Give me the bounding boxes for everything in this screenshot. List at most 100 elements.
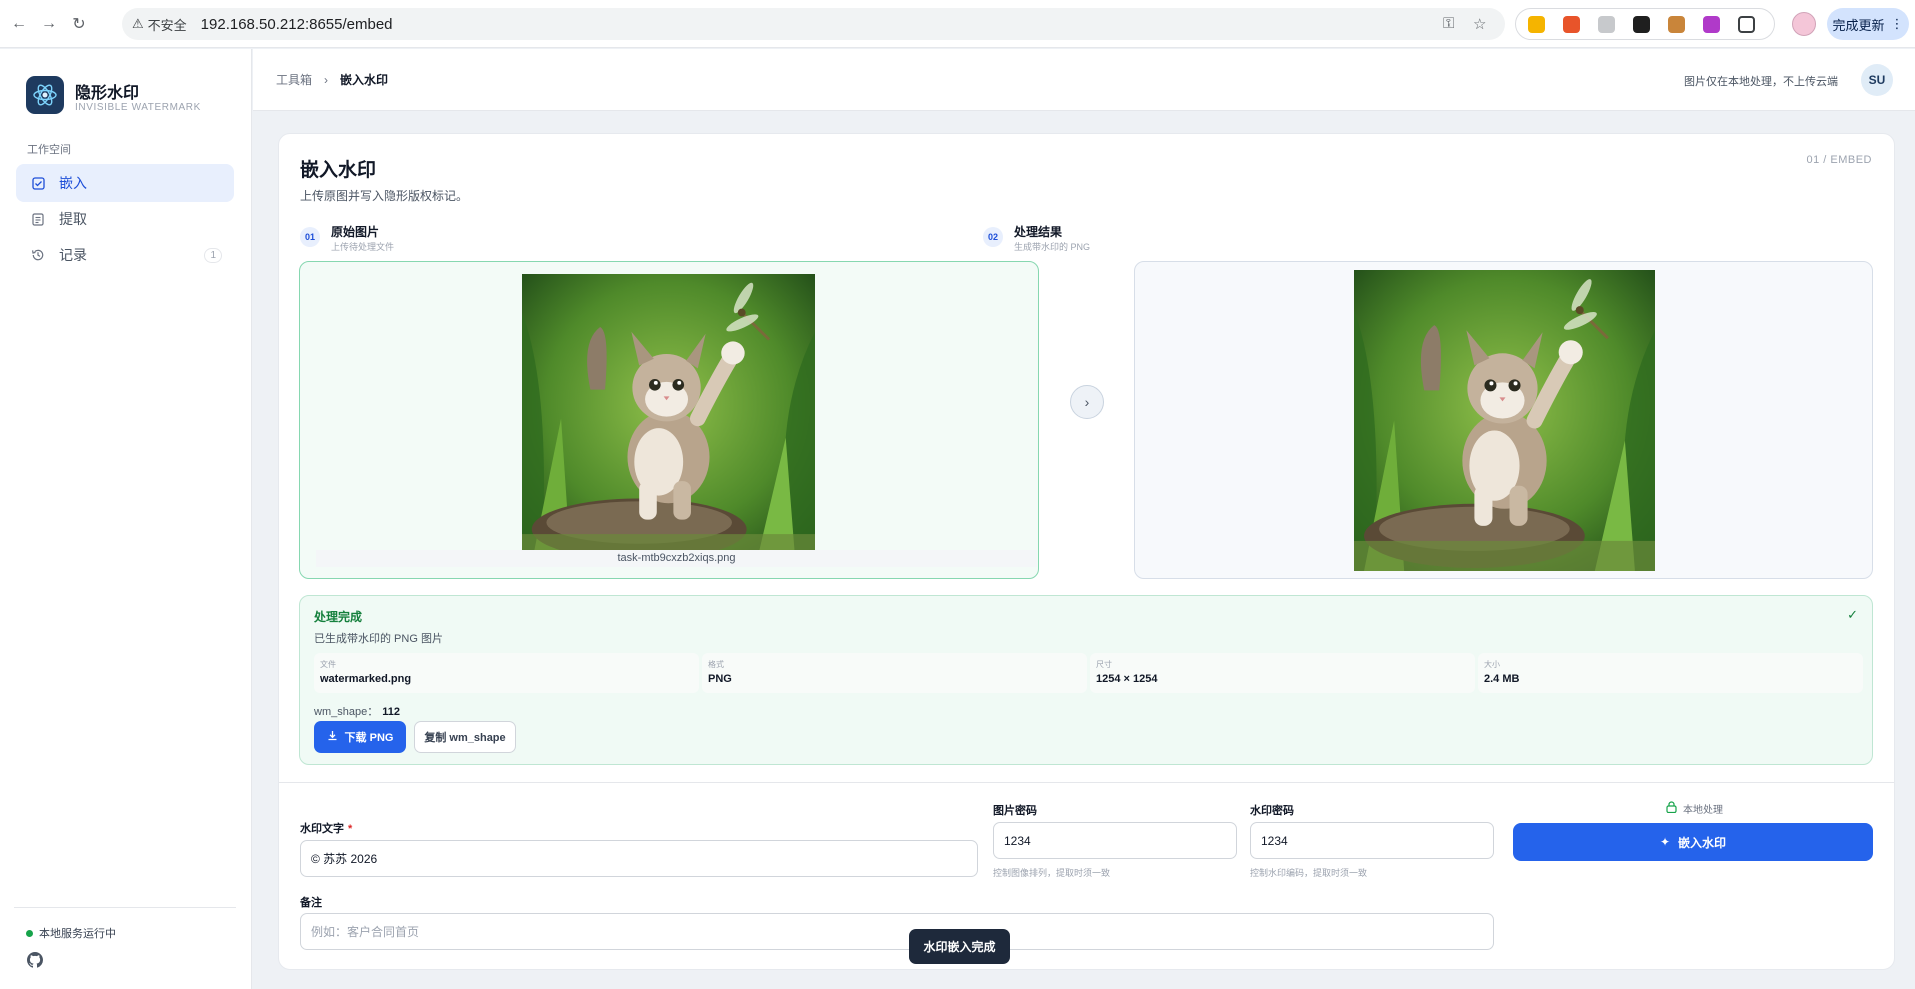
forward-icon[interactable]: →: [38, 13, 60, 35]
chevron-right-icon: ›: [1070, 385, 1104, 419]
sidebar-item-history[interactable]: 记录 1: [16, 236, 234, 274]
document-icon: [30, 212, 46, 226]
download-icon: [327, 730, 338, 744]
github-icon[interactable]: [27, 952, 43, 968]
required-mark: *: [348, 823, 353, 835]
sidebar-item-extract[interactable]: 提取: [16, 200, 234, 238]
local-processing-label: 本地处理: [1666, 801, 1723, 816]
meta-format: 格式 PNG: [702, 653, 1087, 693]
bookmark-star-icon[interactable]: ☆: [1473, 15, 1486, 33]
meta-key: 文件: [320, 660, 336, 669]
meta-value: PNG: [708, 673, 732, 685]
lock-icon: [1666, 801, 1677, 816]
brand-title: 隐形水印: [75, 85, 140, 102]
meta-filesize: 大小 2.4 MB: [1478, 653, 1863, 693]
service-status: 本地服务运行中: [26, 925, 116, 941]
meta-file: 文件 watermarked.png: [314, 653, 699, 693]
result-subtitle: 已生成带水印的 PNG 图片: [314, 633, 443, 645]
step-title: 原始图片: [331, 225, 380, 239]
puzzle-icon[interactable]: [1738, 15, 1755, 33]
url-text[interactable]: 192.168.50.212:8655/embed: [201, 16, 393, 33]
note-input[interactable]: 例如：客户合同首页: [300, 913, 1494, 950]
breadcrumb-toolbox[interactable]: 工具箱: [276, 71, 312, 88]
back-icon[interactable]: ←: [8, 13, 30, 35]
extension-icon[interactable]: [1633, 15, 1650, 33]
update-button[interactable]: 完成更新 ⋮: [1827, 8, 1909, 40]
extension-icon[interactable]: [1703, 15, 1720, 33]
embed-watermark-button[interactable]: ✦ 嵌入水印: [1513, 823, 1873, 861]
image-password-input[interactable]: 1234: [993, 822, 1237, 859]
note-label: 备注: [300, 897, 322, 909]
step-title: 处理结果: [1014, 225, 1063, 239]
sidebar-divider: [14, 907, 236, 908]
embed-label: 嵌入水印: [1678, 835, 1727, 850]
watermark-password-hint: 控制水印编码，提取时须一致: [1250, 868, 1368, 878]
download-png-button[interactable]: 下载 PNG: [314, 721, 406, 753]
meta-value: watermarked.png: [320, 673, 412, 685]
check-square-icon: [30, 176, 46, 190]
avatar[interactable]: SU: [1861, 64, 1893, 96]
meta-key: 尺寸: [1096, 660, 1112, 669]
watermark-password-label: 水印密码: [1250, 805, 1294, 817]
original-image-dropzone[interactable]: task-mtb9cxzb2xiqs.png: [299, 261, 1039, 579]
sidebar: 隐形水印 INVISIBLE WATERMARK 工作空间 嵌入 提取 记录 1…: [0, 49, 252, 989]
profile-avatar[interactable]: [1792, 12, 1816, 36]
sidebar-item-label: 提取: [59, 211, 87, 227]
sidebar-item-label: 嵌入: [59, 175, 87, 191]
watermark-text-input[interactable]: © 苏苏 2026: [300, 840, 978, 877]
key-icon[interactable]: ⚿: [1443, 15, 1454, 32]
browser-toolbar: ← → ↻ ⚠ 不安全 192.168.50.212:8655/embed ⚿ …: [0, 0, 1915, 48]
check-icon: ✓: [1847, 607, 1858, 622]
original-image: [522, 274, 815, 563]
extensions-bar: [1515, 8, 1775, 40]
watermark-text-label-text: 水印文字: [300, 823, 344, 835]
watermark-password-input[interactable]: 1234: [1250, 822, 1494, 859]
history-icon: [30, 248, 46, 262]
wm-shape-label: wm_shape：: [314, 706, 379, 718]
step-number-badge: 01: [300, 227, 320, 247]
result-summary: 处理完成 已生成带水印的 PNG 图片 ✓ 文件 watermarked.png…: [299, 595, 1873, 765]
extension-icon[interactable]: [1563, 15, 1580, 33]
update-label: 完成更新: [1832, 17, 1885, 33]
extension-icon[interactable]: [1598, 15, 1615, 33]
workspace-label: 工作空间: [27, 144, 71, 156]
sidebar-item-embed[interactable]: 嵌入: [16, 164, 234, 202]
result-image-panel: [1134, 261, 1873, 579]
breadcrumb-current: 嵌入水印: [340, 73, 389, 87]
step-description: 上传待处理文件: [331, 242, 395, 252]
meta-key: 大小: [1484, 660, 1500, 669]
result-title: 处理完成: [314, 610, 363, 624]
section-divider: [279, 782, 1894, 783]
menu-dots-icon: ⋮: [1890, 16, 1904, 31]
watermark-text-label: 水印文字 *: [300, 820, 352, 836]
breadcrumb: 工具箱 › 嵌入水印: [276, 71, 388, 88]
reload-icon[interactable]: ↻: [68, 13, 90, 35]
security-label: 不安全: [147, 17, 187, 33]
watermarked-image: [1354, 270, 1655, 571]
wm-shape-value: 112: [382, 706, 400, 718]
status-dot-icon: [26, 929, 33, 937]
local-processing-note: 图片仅在本地处理，不上传云端: [1684, 76, 1838, 88]
brand-subtitle: INVISIBLE WATERMARK: [75, 102, 201, 113]
toast-notification: 水印嵌入完成: [909, 929, 1010, 964]
step-description: 生成带水印的 PNG: [1014, 242, 1091, 252]
meta-value: 1254 × 1254: [1096, 673, 1158, 685]
wm-shape-line: wm_shape： 112: [314, 703, 400, 719]
history-count-badge: 1: [204, 247, 222, 263]
embed-card: 嵌入水印 上传原图并写入隐形版权标记。 01 / EMBED 01 原始图片 上…: [278, 133, 1895, 970]
step-code: 01 / EMBED: [1806, 154, 1872, 166]
local-label-text: 本地处理: [1683, 805, 1723, 816]
file-name-caption: task-mtb9cxzb2xiqs.png: [316, 550, 1037, 567]
sparkle-icon: ✦: [1659, 835, 1671, 849]
address-bar[interactable]: ⚠ 不安全 192.168.50.212:8655/embed ⚿ ☆: [122, 8, 1505, 40]
step-number-badge: 02: [983, 227, 1003, 247]
page-title: 嵌入水印: [300, 160, 377, 181]
top-header: 工具箱 › 嵌入水印 图片仅在本地处理，不上传云端 SU: [253, 49, 1915, 111]
copy-wm-shape-button[interactable]: 复制 wm_shape: [414, 721, 516, 753]
meta-size: 尺寸 1254 × 1254: [1090, 653, 1475, 693]
extension-icon[interactable]: [1668, 15, 1685, 33]
sidebar-item-label: 记录: [59, 247, 87, 263]
image-password-hint: 控制图像排列，提取时须一致: [993, 868, 1111, 878]
security-indicator[interactable]: ⚠ 不安全: [132, 15, 187, 34]
extension-icon[interactable]: [1528, 15, 1545, 33]
